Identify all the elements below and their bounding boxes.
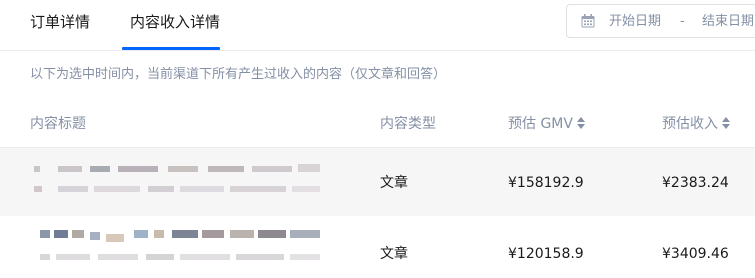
row-income: ¥3409.46 — [662, 246, 729, 262]
column-header-gmv[interactable]: 预估 GMV — [508, 114, 585, 134]
calendar-icon — [581, 14, 595, 28]
tab-order-details[interactable]: 订单详情 — [30, 12, 90, 32]
row-income: ¥2383.24 — [662, 175, 729, 191]
column-header-income[interactable]: 预估收入 — [662, 114, 730, 134]
tab-content-income-details[interactable]: 内容收入详情 — [130, 12, 220, 32]
blurred-title-image — [34, 164, 320, 192]
sort-icon[interactable] — [722, 117, 730, 129]
table-row[interactable]: 文章 ¥158192.9 ¥2383.24 — [0, 148, 755, 216]
date-range-picker[interactable]: 开始日期 - 结束日期 — [566, 4, 755, 38]
column-header-gmv-label: 预估 GMV — [508, 116, 573, 132]
sort-icon[interactable] — [576, 117, 585, 129]
content-description: 以下为选中时间内，当前渠道下所有产生过收入的内容（仅文章和回答） — [30, 67, 447, 82]
active-tab-indicator — [122, 47, 220, 50]
end-date-input[interactable]: 结束日期 — [702, 13, 754, 31]
row-type: 文章 — [380, 175, 408, 191]
row-gmv: ¥158192.9 — [508, 175, 584, 191]
column-header-title: 内容标题 — [30, 116, 86, 132]
row-gmv: ¥120158.9 — [508, 246, 584, 262]
start-date-input[interactable]: 开始日期 — [609, 13, 661, 31]
date-range-separator: - — [680, 14, 685, 29]
blurred-title-image — [40, 230, 320, 260]
table-row[interactable]: 文章 ¥120158.9 ¥3409.46 — [0, 216, 755, 278]
column-header-income-label: 预估收入 — [662, 116, 718, 132]
column-header-type: 内容类型 — [380, 116, 436, 132]
row-type: 文章 — [380, 246, 408, 262]
